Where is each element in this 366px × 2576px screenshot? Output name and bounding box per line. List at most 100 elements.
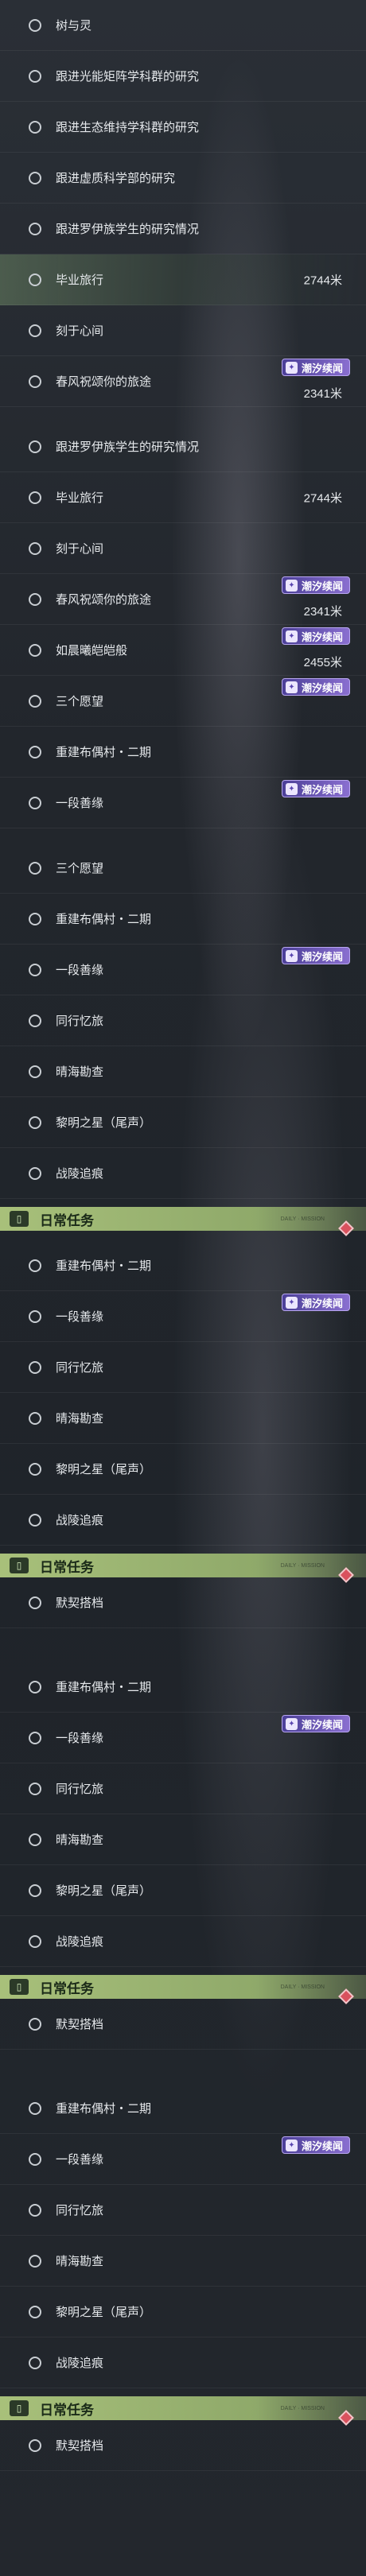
book-icon: ✦	[285, 362, 298, 374]
circle-icon	[29, 1782, 41, 1795]
section-title: 日常任务	[40, 1559, 94, 1575]
quest-row[interactable]: 默契搭档	[0, 2420, 366, 2471]
quest-row[interactable]: 如晨曦皑皑般 ✦ 潮汐续闻 2455米	[0, 625, 366, 676]
circle-icon	[29, 1259, 41, 1272]
circle-icon	[29, 1462, 41, 1476]
quest-row[interactable]: 一段善缘 ✦ 潮汐续闻	[0, 778, 366, 828]
quest-row[interactable]: 晴海勘查	[0, 1046, 366, 1097]
event-badge-label: 潮汐续闻	[301, 580, 343, 592]
circle-icon	[29, 2152, 41, 2166]
book-icon: ▯	[10, 2400, 29, 2416]
quest-row[interactable]: 黎明之星（尾声）	[0, 1097, 366, 1148]
quest-row[interactable]: 黎明之星（尾声）	[0, 1865, 366, 1916]
quest-row[interactable]: 同行忆旅	[0, 1342, 366, 1393]
book-icon: ▯	[10, 1211, 29, 1227]
quest-row[interactable]: 默契搭档	[0, 1577, 366, 1628]
quest-row[interactable]: 默契搭档	[0, 1999, 366, 2050]
circle-icon	[29, 796, 41, 809]
quest-row[interactable]: 晴海勘查	[0, 1814, 366, 1865]
quest-row[interactable]: 战陵追痕	[0, 1495, 366, 1546]
quest-row[interactable]: 晴海勘查	[0, 1393, 366, 1444]
quest-row[interactable]: 春风祝颂你的旅途 ✦ 潮汐续闻 2341米	[0, 574, 366, 625]
circle-icon	[29, 1680, 41, 1693]
quest-row[interactable]: 同行忆旅	[0, 995, 366, 1046]
quest-row[interactable]: 晴海勘查	[0, 2236, 366, 2287]
quest-title: 同行忆旅	[56, 1014, 104, 1028]
quest-row[interactable]: 重建布偶村・二期	[0, 2083, 366, 2134]
quest-row[interactable]: 一段善缘 ✦ 潮汐续闻	[0, 945, 366, 995]
quest-row[interactable]: 三个愿望	[0, 843, 366, 894]
quest-title: 如晨曦皑皑般	[56, 644, 128, 658]
quest-title: 战陵追痕	[56, 1167, 104, 1181]
quest-title: 重建布偶村・二期	[56, 913, 152, 926]
quest-row[interactable]: 刻于心间	[0, 523, 366, 574]
quest-row[interactable]: 重建布偶村・二期	[0, 727, 366, 778]
quest-panel: 重建布偶村・二期 一段善缘 ✦ 潮汐续闻同行忆旅晴海勘查 黎明之星（尾声） 战陵追痕 ▯ 日常…	[0, 2083, 366, 2576]
book-icon: ✦	[285, 630, 298, 642]
quest-row[interactable]: 跟进光能矩阵学科群的研究	[0, 51, 366, 102]
quest-row[interactable]: 刻于心间	[0, 305, 366, 356]
quest-row[interactable]: 同行忆旅	[0, 2185, 366, 2236]
daily-tasks-header[interactable]: ▯ 日常任务 DAILY · MISSION	[0, 2396, 366, 2426]
quest-row[interactable]: 树与灵	[0, 0, 366, 51]
quest-title: 毕业旅行	[56, 274, 104, 287]
quest-row[interactable]: 跟进罗伊族学生的研究情况	[0, 421, 366, 472]
circle-icon	[29, 1411, 41, 1425]
quest-row[interactable]: 重建布偶村・二期	[0, 894, 366, 945]
book-icon: ▯	[10, 1558, 29, 1573]
quest-row[interactable]: 三个愿望 ✦ 潮汐续闻	[0, 676, 366, 727]
circle-icon	[29, 440, 41, 453]
event-badge-label: 潮汐续闻	[301, 1297, 343, 1309]
quest-title: 春风祝颂你的旅途	[56, 375, 152, 389]
quest-row[interactable]: 战陵追痕	[0, 2337, 366, 2388]
quest-title: 刻于心间	[56, 324, 104, 338]
quest-row[interactable]: 重建布偶村・二期	[0, 1240, 366, 1291]
quest-row[interactable]: 战陵追痕	[0, 1148, 366, 1199]
quest-title: 一段善缘	[56, 1732, 104, 1745]
quest-row[interactable]: 一段善缘 ✦ 潮汐续闻	[0, 1291, 366, 1342]
book-icon: ✦	[285, 1718, 298, 1730]
quest-row[interactable]: 黎明之星（尾声）	[0, 1444, 366, 1495]
quest-row[interactable]: 黎明之星（尾声）	[0, 2287, 366, 2337]
book-icon: ✦	[285, 2140, 298, 2151]
quest-row[interactable]: 春风祝颂你的旅途 ✦ 潮汐续闻 2341米	[0, 356, 366, 407]
daily-tasks-header[interactable]: ▯ 日常任务 DAILY · MISSION	[0, 1975, 366, 2004]
distance-label: 2744米	[303, 274, 342, 287]
quest-row[interactable]: 一段善缘 ✦ 潮汐续闻	[0, 1713, 366, 1763]
circle-icon	[29, 2017, 41, 2031]
circle-icon	[29, 1065, 41, 1078]
circle-icon	[29, 2254, 41, 2268]
book-icon: ✦	[285, 681, 298, 693]
quest-title: 毕业旅行	[56, 491, 104, 505]
quest-row[interactable]: 毕业旅行 2744米	[0, 254, 366, 305]
quest-title: 同行忆旅	[56, 2204, 104, 2217]
quest-row[interactable]: 重建布偶村・二期	[0, 1662, 366, 1713]
circle-icon	[29, 18, 41, 32]
quest-row[interactable]: 跟进虚质科学部的研究	[0, 153, 366, 204]
book-icon: ✦	[285, 580, 298, 592]
quest-row[interactable]: 战陵追痕	[0, 1916, 366, 1967]
circle-icon	[29, 1166, 41, 1180]
circle-icon	[29, 273, 41, 286]
quest-title: 春风祝颂你的旅途	[56, 593, 152, 607]
section-subtitle: DAILY · MISSION	[280, 1216, 325, 1222]
quest-row[interactable]: 同行忆旅	[0, 1763, 366, 1814]
circle-icon	[29, 171, 41, 184]
book-icon: ▯	[10, 1979, 29, 1995]
daily-tasks-header[interactable]: ▯ 日常任务 DAILY · MISSION	[0, 1554, 366, 1583]
circle-icon	[29, 491, 41, 504]
quest-row[interactable]: 毕业旅行 2744米	[0, 472, 366, 523]
daily-tasks-header[interactable]: ▯ 日常任务 DAILY · MISSION	[0, 1207, 366, 1236]
quest-row[interactable]: 跟进罗伊族学生的研究情况	[0, 204, 366, 254]
quest-title: 同行忆旅	[56, 1361, 104, 1375]
circle-icon	[29, 1309, 41, 1323]
circle-icon	[29, 1934, 41, 1948]
section-title: 日常任务	[40, 2402, 94, 2418]
quest-row[interactable]: 一段善缘 ✦ 潮汐续闻	[0, 2134, 366, 2185]
quest-row[interactable]: 跟进生态维持学科群的研究	[0, 102, 366, 153]
circle-icon	[29, 1513, 41, 1527]
quest-title: 晴海勘查	[56, 1833, 104, 1847]
event-badge: ✦ 潮汐续闻	[281, 947, 350, 964]
quest-title: 刻于心间	[56, 542, 104, 556]
quest-title: 一段善缘	[56, 964, 104, 977]
